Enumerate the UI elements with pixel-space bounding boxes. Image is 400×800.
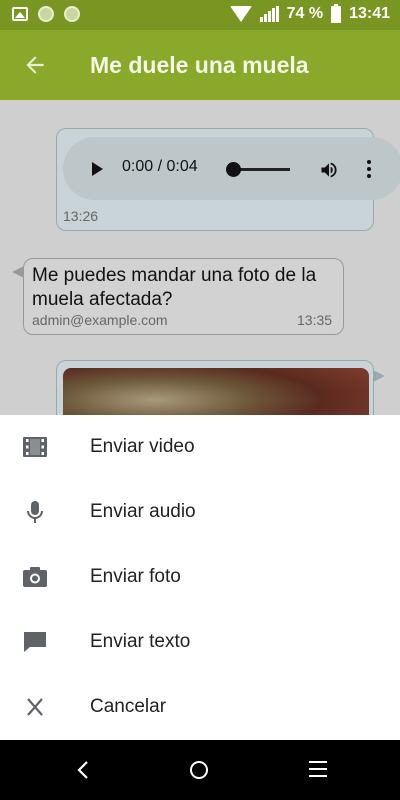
bubble-tail	[373, 370, 385, 382]
send-text-label: Enviar texto	[90, 631, 191, 652]
nav-home-icon[interactable]	[190, 761, 208, 779]
page-title: Me duele una muela	[90, 52, 309, 78]
cancel-option[interactable]: Cancelar	[0, 675, 400, 740]
system-indicators: 74 % 13:41	[229, 3, 390, 23]
battery-percent: 74 %	[286, 5, 324, 22]
audio-player: 0:00 / 0:04	[63, 137, 400, 200]
clock: 13:41	[349, 5, 390, 22]
action-sheet: Enviar video Enviar audio Enviar foto En…	[0, 415, 400, 740]
audio-progress-knob[interactable]	[226, 162, 241, 177]
close-icon	[27, 698, 43, 716]
send-photo-option[interactable]: Enviar foto	[0, 545, 400, 610]
message-sender: admin@example.com	[32, 312, 168, 328]
status-bar: 74 % 13:41	[0, 0, 400, 30]
send-audio-option[interactable]: Enviar audio	[0, 480, 400, 545]
cancel-label: Cancelar	[90, 696, 167, 717]
nav-back-icon[interactable]	[75, 760, 91, 780]
message-timestamp: 13:35	[297, 312, 333, 328]
send-video-option[interactable]: Enviar video	[0, 415, 400, 480]
audio-message: 0:00 / 0:04 13:26	[56, 128, 400, 231]
send-text-option[interactable]: Enviar texto	[0, 610, 400, 675]
volume-icon[interactable]	[318, 160, 340, 180]
nav-recents-icon[interactable]	[309, 761, 327, 779]
tooth-photo[interactable]	[63, 368, 369, 415]
send-video-label: Enviar video	[90, 436, 195, 457]
back-arrow-icon[interactable]	[22, 52, 48, 78]
notification-icons	[12, 6, 80, 22]
system-nav-bar	[0, 740, 400, 800]
video-icon	[23, 437, 47, 457]
more-options-icon[interactable]	[366, 160, 372, 180]
wifi-icon	[229, 6, 252, 22]
microphone-icon	[27, 501, 43, 523]
send-photo-label: Enviar foto	[90, 566, 181, 587]
message-timestamp: 13:26	[63, 208, 99, 224]
audio-progress-track[interactable]	[233, 168, 290, 171]
app-notification-icon	[38, 6, 54, 22]
battery-icon	[331, 3, 342, 23]
text-message: Me puedes mandar una foto de la muela af…	[23, 258, 344, 335]
chat-bubble-icon	[24, 632, 46, 652]
image-notification-icon	[12, 7, 28, 21]
app-notification-icon	[64, 6, 80, 22]
signal-icon	[259, 6, 279, 22]
photo-message	[56, 360, 374, 415]
send-audio-label: Enviar audio	[90, 501, 196, 522]
camera-icon	[23, 567, 47, 587]
message-text: Me puedes mandar una foto de la muela af…	[32, 265, 317, 310]
app-bar: Me duele una muela	[0, 30, 400, 100]
play-icon[interactable]	[92, 162, 103, 176]
audio-time: 0:00 / 0:04	[122, 158, 198, 175]
chat-area: 0:00 / 0:04 13:26 Me puedes mandar una f…	[0, 100, 400, 415]
